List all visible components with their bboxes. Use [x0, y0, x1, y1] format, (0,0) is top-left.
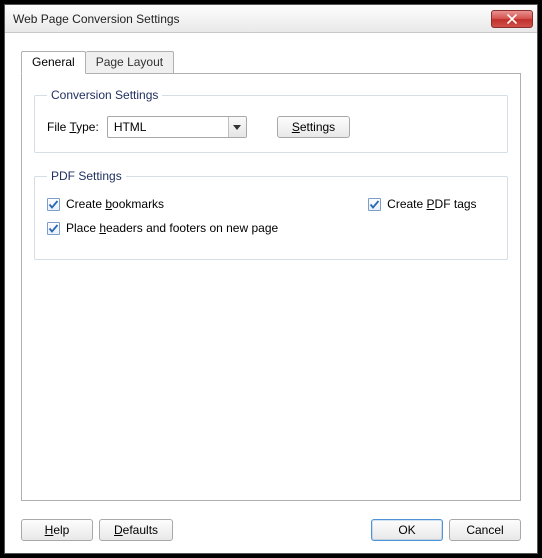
dialog-footer: Help Defaults OK Cancel [5, 511, 537, 553]
check-icon [369, 199, 380, 210]
tab-strip: General Page Layout [21, 51, 521, 73]
tab-panel-general: Conversion Settings File Type: HTML Sett… [21, 73, 521, 501]
file-type-select[interactable]: HTML [107, 116, 247, 138]
conversion-settings-group: Conversion Settings File Type: HTML Sett… [34, 88, 508, 153]
window-title: Web Page Conversion Settings [13, 12, 491, 26]
headers-footers-label: Place headers and footers on new page [66, 221, 278, 235]
tab-general-label: General [32, 55, 75, 69]
create-bookmarks-row: Create bookmarks [47, 197, 278, 211]
conversion-settings-legend: Conversion Settings [47, 88, 162, 102]
titlebar: Web Page Conversion Settings [5, 5, 537, 33]
file-type-label: File Type: [47, 120, 99, 134]
tab-page-layout[interactable]: Page Layout [86, 51, 174, 73]
tab-general[interactable]: General [21, 51, 86, 74]
pdf-settings-legend: PDF Settings [47, 169, 126, 183]
cancel-button[interactable]: Cancel [449, 519, 521, 541]
close-button[interactable] [491, 10, 533, 28]
defaults-button[interactable]: Defaults [99, 519, 173, 541]
help-button[interactable]: Help [21, 519, 93, 541]
create-pdf-tags-row: Create PDF tags [368, 197, 476, 211]
create-pdf-tags-checkbox[interactable] [368, 198, 381, 211]
headers-footers-row: Place headers and footers on new page [47, 221, 278, 235]
create-pdf-tags-label: Create PDF tags [387, 197, 476, 211]
chevron-down-icon [233, 125, 241, 130]
create-bookmarks-label: Create bookmarks [66, 197, 164, 211]
dialog-window: Web Page Conversion Settings General Pag… [4, 4, 538, 554]
headers-footers-checkbox[interactable] [47, 222, 60, 235]
check-icon [48, 199, 59, 210]
dialog-content: General Page Layout Conversion Settings … [5, 33, 537, 511]
create-bookmarks-checkbox[interactable] [47, 198, 60, 211]
close-icon [507, 14, 517, 24]
file-type-value: HTML [107, 116, 247, 138]
file-type-dropdown-button[interactable] [228, 117, 246, 137]
tab-page-layout-label: Page Layout [96, 55, 163, 69]
pdf-settings-group: PDF Settings Create bookmarks [34, 169, 508, 260]
check-icon [48, 223, 59, 234]
ok-button[interactable]: OK [371, 519, 443, 541]
settings-button[interactable]: Settings [277, 116, 350, 138]
